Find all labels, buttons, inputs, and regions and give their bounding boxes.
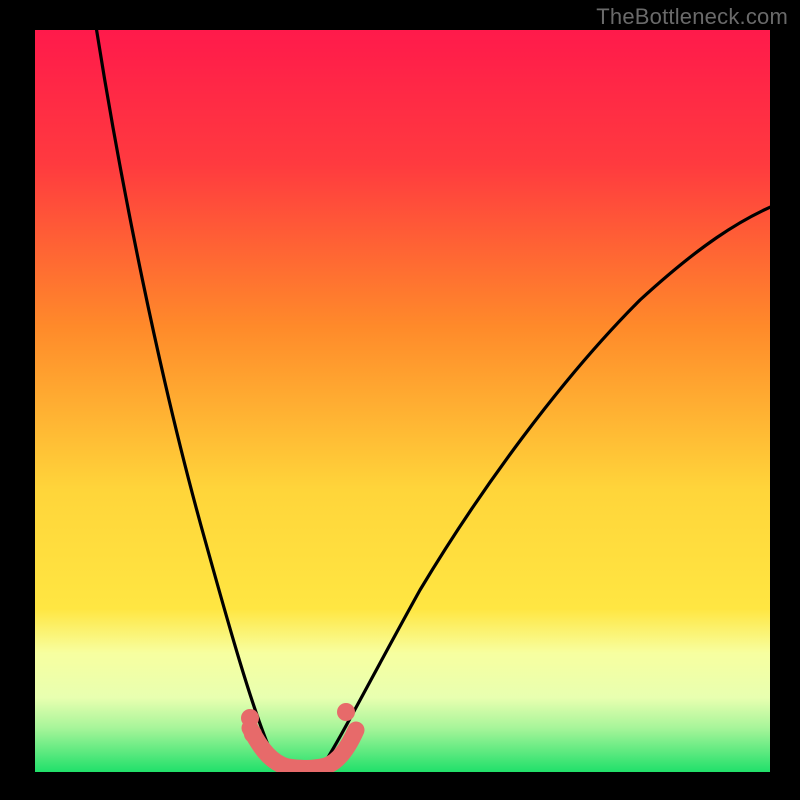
plot-background [35,30,770,772]
watermark-text: TheBottleneck.com [596,4,788,30]
chart-svg [0,0,800,800]
chart-frame: { "watermark": "TheBottleneck.com", "col… [0,0,800,800]
